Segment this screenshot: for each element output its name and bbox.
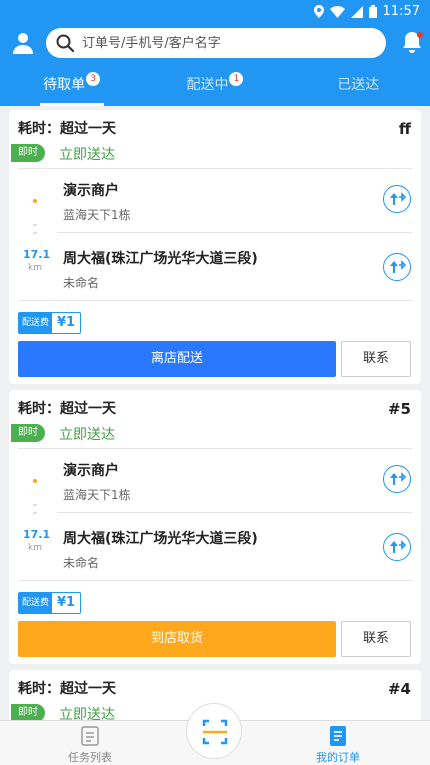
divider — [57, 232, 412, 233]
status-time: 11:57 — [382, 4, 420, 19]
distance-unit: km — [28, 543, 42, 553]
delivery-fee: 配送费 ¥1 — [18, 592, 82, 614]
tab-delivering[interactable]: 配送中 1 — [143, 64, 286, 106]
status-bar: 11:57 — [0, 0, 430, 24]
pickup-address: 蓝海天下1栋 — [63, 488, 131, 502]
instant-tag: 即时 — [11, 704, 45, 720]
divider — [57, 512, 412, 513]
delivery-timing: 立即送达 — [59, 147, 115, 163]
nav-task-list[interactable]: 任务列表 — [40, 725, 140, 765]
tab-delivered[interactable]: 已送达 — [287, 64, 430, 106]
pickup-name: 演示商户 — [63, 463, 119, 479]
navigate-dropoff-button[interactable] — [383, 253, 411, 281]
pickup-dot — [33, 199, 37, 203]
elapsed-time: 耗时：超过一天 — [18, 681, 116, 697]
user-avatar-icon[interactable] — [11, 31, 35, 55]
tab-count-badge: 1 — [229, 72, 244, 86]
delivery-fee: 配送费 ¥1 — [18, 312, 82, 334]
location-icon — [313, 5, 324, 18]
dropoff-address: 未命名 — [63, 556, 100, 570]
contact-button[interactable]: 联系 — [341, 621, 411, 657]
divider — [18, 448, 412, 449]
wifi-icon — [329, 5, 345, 18]
tab-pending-pickup[interactable]: 待取单 3 — [0, 64, 143, 106]
fee-amount: ¥1 — [57, 595, 76, 610]
pickup-address: 蓝海天下1栋 — [63, 208, 131, 222]
order-number: #5 — [387, 400, 411, 418]
scan-icon — [202, 719, 228, 745]
divider — [18, 300, 412, 301]
elapsed-time: 耗时：超过一天 — [18, 121, 116, 137]
navigation-arrow-icon — [390, 472, 407, 485]
navigate-pickup-button[interactable] — [383, 185, 411, 213]
search-input[interactable] — [82, 35, 362, 51]
search-bar[interactable] — [46, 28, 386, 58]
order-card[interactable]: 耗时：超过一天 #5 即时 立即送达 ⌄ ⌄ 17.1 km 演示商户 蓝海天下1… — [9, 390, 421, 664]
order-list[interactable]: 耗时：超过一天 ff 即时 立即送达 ⌄ ⌄ 17.1 km 演示商户 蓝海天下1… — [0, 106, 430, 720]
pickup-dot — [33, 479, 37, 483]
dropoff-name: 周大福(珠江广场光华大道三段) — [63, 251, 258, 267]
navigation-arrow-icon — [390, 540, 407, 553]
tab-label: 待取单 — [43, 77, 86, 93]
distance-value: 17.1 — [23, 248, 51, 261]
pickup-name: 演示商户 — [63, 183, 119, 199]
divider — [18, 580, 412, 581]
route-arrow-icon: ⌄ ⌄ — [31, 499, 39, 517]
search-icon — [56, 34, 74, 52]
nav-label: 我的订单 — [316, 751, 360, 764]
route-arrow-icon: ⌄ ⌄ — [31, 219, 39, 237]
navigation-arrow-icon — [390, 192, 407, 205]
fee-amount: ¥1 — [57, 315, 76, 330]
order-status-tabs: 待取单 3 配送中 1 已送达 — [0, 64, 430, 106]
navigate-pickup-button[interactable] — [383, 465, 411, 493]
nav-label: 任务列表 — [68, 751, 112, 764]
tab-count-badge: 3 — [86, 72, 101, 86]
notification-bell-icon[interactable] — [400, 30, 424, 54]
tab-label: 已送达 — [337, 77, 380, 93]
scan-button[interactable] — [186, 703, 242, 759]
navigation-arrow-icon — [390, 260, 407, 273]
order-number: ff — [398, 120, 411, 138]
pickup-at-store-button[interactable]: 到店取货 — [18, 621, 336, 657]
app-header: 11:57 待取单3 配送中1 已送达 — [0, 0, 430, 106]
instant-tag: 即时 — [11, 144, 45, 162]
fee-label: 配送费 — [19, 313, 53, 333]
tab-label: 配送中 — [186, 77, 229, 93]
instant-tag: 即时 — [11, 424, 45, 442]
depart-delivery-button[interactable]: 离店配送 — [18, 341, 336, 377]
distance-unit: km — [28, 263, 42, 273]
signal-icon — [350, 5, 363, 18]
distance-value: 17.1 — [23, 528, 51, 541]
navigate-dropoff-button[interactable] — [383, 533, 411, 561]
dropoff-address: 未命名 — [63, 276, 100, 290]
battery-icon — [368, 5, 377, 18]
delivery-timing: 立即送达 — [59, 427, 115, 443]
order-number: #4 — [387, 680, 411, 698]
divider — [18, 168, 412, 169]
nav-my-orders[interactable]: 我的订单 — [288, 725, 388, 765]
task-list-icon — [81, 726, 99, 746]
delivery-timing: 立即送达 — [59, 707, 115, 720]
contact-button[interactable]: 联系 — [341, 341, 411, 377]
elapsed-time: 耗时：超过一天 — [18, 401, 116, 417]
fee-label: 配送费 — [19, 593, 53, 613]
dropoff-name: 周大福(珠江广场光华大道三段) — [63, 531, 258, 547]
my-orders-icon — [330, 726, 346, 746]
order-card[interactable]: 耗时：超过一天 ff 即时 立即送达 ⌄ ⌄ 17.1 km 演示商户 蓝海天下1… — [9, 110, 421, 384]
